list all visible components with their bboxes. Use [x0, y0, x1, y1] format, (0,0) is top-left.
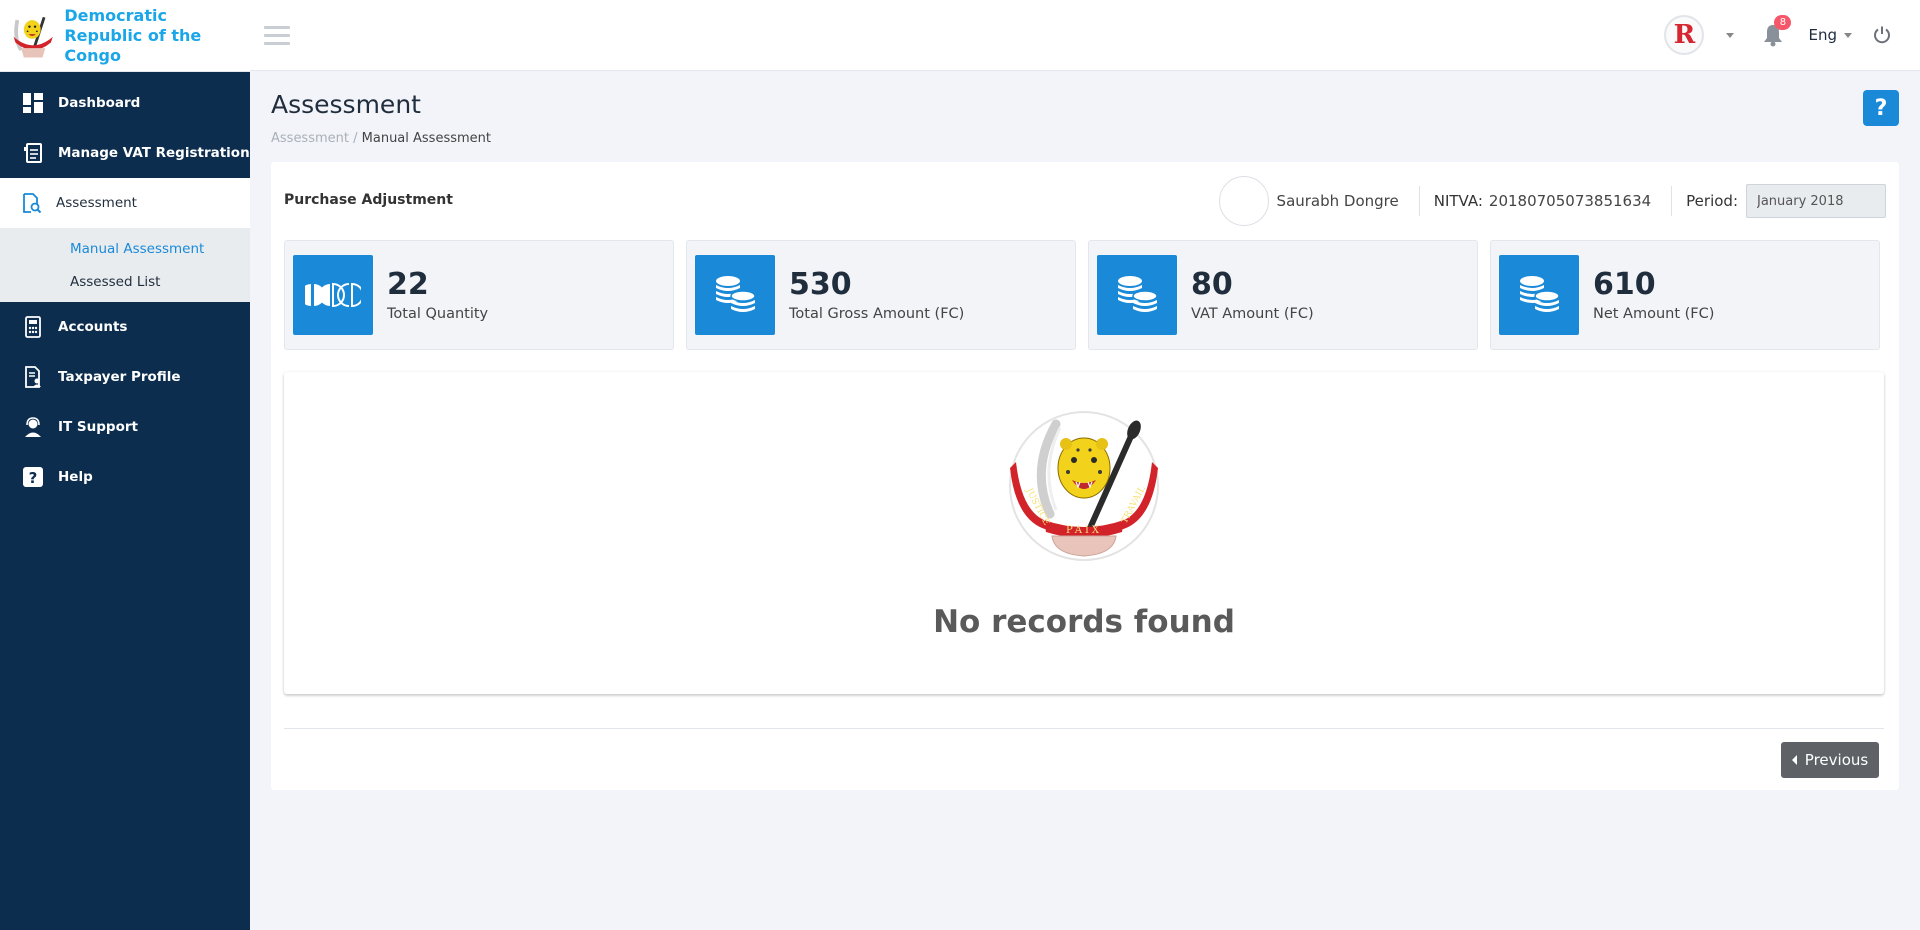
coat-of-arms-emblem: JUSTICE TRAVAIL PAIX — [1009, 411, 1159, 561]
stat-label: VAT Amount (FC) — [1191, 306, 1314, 322]
coins-icon — [695, 255, 775, 335]
caret-left-icon — [1791, 755, 1797, 765]
period-field: Period: — [1686, 184, 1886, 218]
chevron-down-icon — [1844, 32, 1852, 38]
document-icon — [22, 142, 44, 164]
sidebar-item-label: Assessment — [56, 195, 137, 211]
stat-card-total-gross-amount: 530 Total Gross Amount (FC) — [686, 240, 1076, 350]
empty-state-card: JUSTICE TRAVAIL PAIX No records found — [284, 372, 1884, 694]
sidebar-item-label: Manage VAT Registration — [58, 145, 250, 161]
profile-icon — [22, 366, 44, 388]
assessment-panel: Purchase Adjustment Saurabh Dongre NITVA… — [271, 162, 1899, 790]
stat-value: 22 — [387, 267, 429, 302]
stat-card-total-quantity: 22 Total Quantity — [284, 240, 674, 350]
help-icon: ? — [22, 466, 44, 488]
bell-icon[interactable]: 8 — [1762, 15, 1792, 47]
sidebar-item-accounts[interactable]: Accounts — [0, 302, 250, 352]
empty-state-message: No records found — [933, 604, 1235, 640]
stat-value: 610 — [1593, 267, 1656, 302]
previous-button-label: Previous — [1804, 751, 1869, 769]
assessment-submenu: Manual Assessment Assessed List — [0, 228, 250, 302]
sidebar-item-label: Taxpayer Profile — [58, 369, 181, 385]
user-name: Saurabh Dongre — [1277, 186, 1420, 216]
submenu-item-manual-assessment[interactable]: Manual Assessment — [0, 232, 250, 265]
main-content: Assessment Assessment / Manual Assessmen… — [271, 72, 1899, 790]
divider — [284, 728, 1884, 729]
calculator-icon — [22, 316, 44, 338]
sidebar-item-manage-vat-registration[interactable]: Manage VAT Registration — [0, 128, 250, 178]
stat-card-net-amount: 610 Net Amount (FC) — [1490, 240, 1880, 350]
sidebar-item-taxpayer-profile[interactable]: Taxpayer Profile — [0, 352, 250, 402]
topbar: R 8 Eng — [250, 0, 1920, 71]
sidebar-item-help[interactable]: ? Help — [0, 452, 250, 502]
stat-label: Total Gross Amount (FC) — [789, 306, 965, 322]
user-avatar-button[interactable]: R — [1664, 15, 1705, 55]
section-title: Purchase Adjustment — [284, 191, 453, 208]
brand-line-1: Democratic — [64, 5, 167, 25]
sidebar-item-label: Dashboard — [58, 95, 141, 111]
chevron-down-icon[interactable] — [1726, 32, 1735, 38]
period-input[interactable] — [1746, 184, 1886, 218]
panel-header: Purchase Adjustment Saurabh Dongre NITVA… — [284, 162, 1886, 237]
brand-line-2: Republic of the Congo — [64, 25, 202, 65]
stat-value: 530 — [789, 267, 852, 302]
sidebar-nav: Dashboard Manage VAT Registration Assess… — [0, 78, 250, 228]
coins-icon — [1499, 255, 1579, 335]
nitva-field: NITVA: 20180705073851634 — [1433, 186, 1673, 216]
nitva-label: NITVA: — [1433, 192, 1483, 210]
sidebar-item-label: Accounts — [58, 319, 128, 335]
sidebar-item-dashboard[interactable]: Dashboard — [0, 78, 250, 128]
taxpayer-info: Saurabh Dongre NITVA: 20180705073851634 P… — [1218, 176, 1886, 226]
support-icon — [22, 416, 44, 438]
breadcrumb-link-assessment[interactable]: Assessment — [271, 131, 349, 146]
brand[interactable]: Democratic Republic of the Congo — [0, 0, 250, 72]
language-selector[interactable]: Eng — [1808, 26, 1852, 44]
quantity-icon — [293, 255, 373, 335]
help-button[interactable]: ? — [1863, 90, 1899, 126]
sidebar-nav-lower: Accounts Taxpayer Profile IT Support ? H… — [0, 302, 250, 502]
stat-value: 80 — [1191, 267, 1233, 302]
notification-badge: 8 — [1774, 15, 1792, 30]
breadcrumb-current: Manual Assessment — [361, 131, 491, 146]
sidebar-item-label: IT Support — [58, 419, 138, 435]
user-photo — [1218, 176, 1269, 226]
period-label: Period: — [1686, 192, 1738, 210]
breadcrumb-separator: / — [348, 131, 362, 146]
coins-icon — [1097, 255, 1177, 335]
power-icon[interactable] — [1872, 25, 1892, 45]
sidebar: Democratic Republic of the Congo Dashboa… — [0, 0, 250, 930]
submenu-item-assessed-list[interactable]: Assessed List — [0, 265, 250, 298]
svg-text:?: ? — [29, 469, 38, 487]
nitva-value: 20180705073851634 — [1488, 192, 1652, 210]
stat-cards: 22 Total Quantity 530 Total Gross Amount… — [284, 240, 1899, 350]
coat-of-arms-logo — [13, 16, 53, 57]
previous-button[interactable]: Previous — [1781, 742, 1879, 778]
stat-label: Net Amount (FC) — [1593, 306, 1715, 322]
topbar-actions: R 8 Eng — [1664, 14, 1892, 56]
brand-name: Democratic Republic of the Congo — [64, 6, 250, 66]
sidebar-item-assessment[interactable]: Assessment — [0, 178, 250, 228]
stat-label: Total Quantity — [387, 306, 489, 322]
menu-toggle-icon[interactable] — [264, 26, 290, 46]
sidebar-item-it-support[interactable]: IT Support — [0, 402, 250, 452]
assessment-icon — [20, 192, 42, 214]
stat-card-vat-amount: 80 VAT Amount (FC) — [1088, 240, 1478, 350]
language-label: Eng — [1808, 26, 1837, 44]
emblem-motto-bottom: PAIX — [1066, 525, 1102, 536]
sidebar-item-label: Help — [58, 469, 93, 485]
breadcrumb: Assessment / Manual Assessment — [271, 131, 1899, 146]
dashboard-icon — [22, 92, 44, 114]
avatar-letter: R — [1673, 20, 1696, 50]
page-title: Assessment — [271, 90, 421, 119]
